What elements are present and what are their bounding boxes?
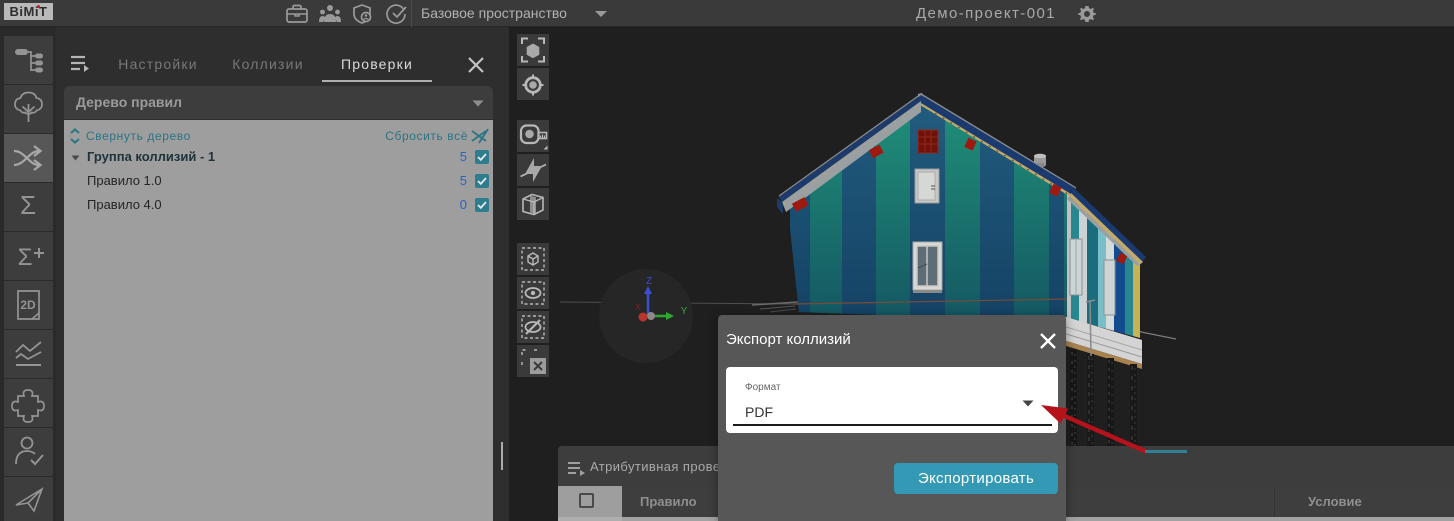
svg-text:Z: Z <box>646 276 652 287</box>
svg-text:Σ: Σ <box>20 190 36 220</box>
svg-text:Σ: Σ <box>18 244 33 271</box>
svg-text:Y: Y <box>681 306 688 317</box>
svg-text:2D: 2D <box>20 298 36 312</box>
svg-text:X: X <box>635 302 641 312</box>
